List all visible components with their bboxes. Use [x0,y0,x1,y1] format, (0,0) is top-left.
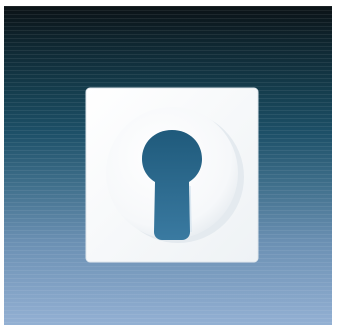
keyhole-edge-highlight [189,185,192,233]
photo-scene [4,6,332,325]
image-frame [0,0,337,331]
keyhole-cover-plate [85,87,259,263]
